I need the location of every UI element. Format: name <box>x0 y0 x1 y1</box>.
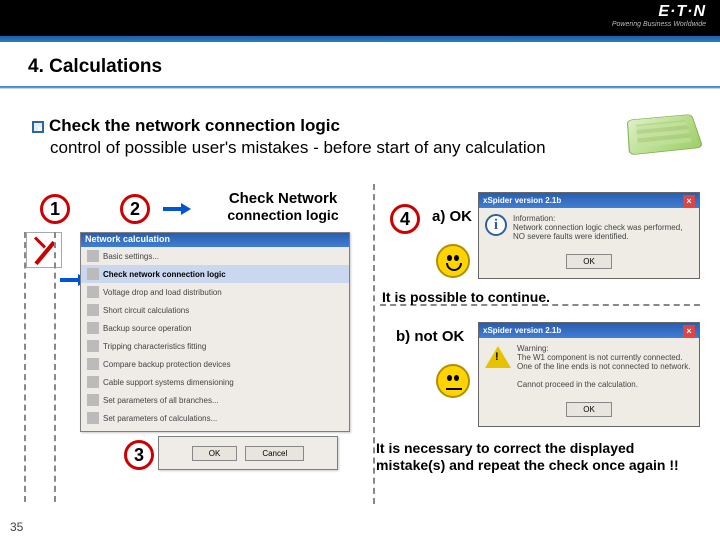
menu-item-label: Check network connection logic <box>103 270 226 279</box>
checkmark-icon <box>26 232 62 268</box>
result-a-label: a) OK <box>432 208 472 225</box>
dialog-titlebar: xSpider version 2.1b × <box>479 193 699 208</box>
menu-item-label: Backup source operation <box>103 324 192 333</box>
menu-item-icon <box>87 286 99 298</box>
close-icon[interactable]: × <box>683 195 695 207</box>
menu-item-icon <box>87 412 99 424</box>
brand-text: E·T·N <box>658 3 706 20</box>
check-network-label: Check Network connection logic <box>198 190 368 223</box>
menu-item[interactable]: Compare backup protection devices <box>81 355 349 373</box>
divider-vertical <box>24 232 26 502</box>
menu-titlebar: Network calculation <box>81 233 349 247</box>
step-badge-2: 2 <box>120 194 150 224</box>
decorative-board-icon <box>627 114 704 155</box>
menu-item-label: Set parameters of all branches... <box>103 396 219 405</box>
step-num-4: 4 <box>400 209 410 230</box>
dialog-titlebar: xSpider version 2.1b × <box>479 323 699 338</box>
confirm-dialog: OK Cancel <box>158 436 338 470</box>
header: E·T·N Powering Business Worldwide <box>0 0 720 42</box>
ok-button[interactable]: OK <box>192 446 238 461</box>
result-b-label: b) not OK <box>396 328 464 345</box>
header-blackbar: E·T·N Powering Business Worldwide <box>0 0 720 36</box>
menu-item-label: Set parameters of calculations... <box>103 414 217 423</box>
menu-item-icon <box>87 358 99 370</box>
followup-ok: It is possible to continue. <box>382 289 550 305</box>
warning-dialog: xSpider version 2.1b × Warning: The W1 co… <box>478 322 700 427</box>
close-icon[interactable]: × <box>683 325 695 337</box>
bullet-block: Check the network connection logic contr… <box>32 116 690 158</box>
title-underline-light <box>0 88 720 89</box>
menu-item-icon <box>87 250 99 262</box>
dialog-title: xSpider version 2.1b <box>483 326 561 335</box>
menu-item-label: Voltage drop and load distribution <box>103 288 222 297</box>
happy-face-icon <box>436 244 470 278</box>
cancel-button[interactable]: Cancel <box>245 446 304 461</box>
divider-vertical <box>54 232 56 502</box>
menu-item-icon <box>87 268 99 280</box>
check-network-l2: connection logic <box>198 207 368 223</box>
step-num-3: 3 <box>134 445 144 466</box>
bullet-main: Check the network connection logic <box>49 116 340 135</box>
menu-panel: Network calculation Basic settings... Che… <box>80 232 350 432</box>
menu-item[interactable]: Check network connection logic <box>81 265 349 283</box>
dialog-text: Warning: The W1 component is not current… <box>517 344 690 389</box>
step-badge-3: 3 <box>124 440 154 470</box>
bullet-icon <box>32 121 44 133</box>
menu-item-icon <box>87 322 99 334</box>
menu-item[interactable]: Backup source operation <box>81 319 349 337</box>
brand-logo: E·T·N <box>658 3 706 21</box>
page-number: 35 <box>10 520 23 534</box>
dialog-title: xSpider version 2.1b <box>483 196 561 205</box>
menu-item-icon <box>87 304 99 316</box>
menu-item[interactable]: Cable support systems dimensioning <box>81 373 349 391</box>
menu-item[interactable]: Basic settings... <box>81 247 349 265</box>
arrow-right-icon <box>163 204 191 214</box>
ok-button[interactable]: OK <box>566 402 612 417</box>
menu-item-label: Short circuit calculations <box>103 306 189 315</box>
info-dialog: xSpider version 2.1b × i Information: Netw… <box>478 192 700 279</box>
header-bluebar <box>0 36 720 42</box>
dialog-text: Information: Network connection logic ch… <box>513 214 682 241</box>
menu-item[interactable]: Set parameters of calculations... <box>81 409 349 427</box>
menu-item-icon <box>87 394 99 406</box>
menu-item[interactable]: Set parameters of all branches... <box>81 391 349 409</box>
menu-item[interactable]: Short circuit calculations <box>81 301 349 319</box>
slide-title: 4. Calculations <box>28 56 162 78</box>
menu-item-label: Cable support systems dimensioning <box>103 378 234 387</box>
menu-item[interactable]: Tripping characteristics fitting <box>81 337 349 355</box>
step-badge-1: 1 <box>40 194 70 224</box>
check-network-l1: Check Network <box>229 190 337 207</box>
step-num-1: 1 <box>50 199 60 220</box>
menu-rows: Basic settings... Check network connectio… <box>81 247 349 427</box>
menu-item-icon <box>87 340 99 352</box>
ok-button[interactable]: OK <box>566 254 612 269</box>
sad-face-icon <box>436 364 470 398</box>
brand-tagline: Powering Business Worldwide <box>612 21 706 28</box>
menu-item-label: Basic settings... <box>103 252 159 261</box>
bullet-sub: control of possible user's mistakes - be… <box>50 138 690 158</box>
menu-item-label: Compare backup protection devices <box>103 360 231 369</box>
divider-vertical <box>373 184 375 504</box>
followup-err: It is necessary to correct the displayed… <box>376 440 696 474</box>
warning-icon <box>485 346 511 368</box>
step-badge-4: 4 <box>390 204 420 234</box>
step-num-2: 2 <box>130 199 140 220</box>
menu-item-icon <box>87 376 99 388</box>
menu-item[interactable]: Voltage drop and load distribution <box>81 283 349 301</box>
info-icon: i <box>485 214 507 236</box>
menu-item-label: Tripping characteristics fitting <box>103 342 206 351</box>
